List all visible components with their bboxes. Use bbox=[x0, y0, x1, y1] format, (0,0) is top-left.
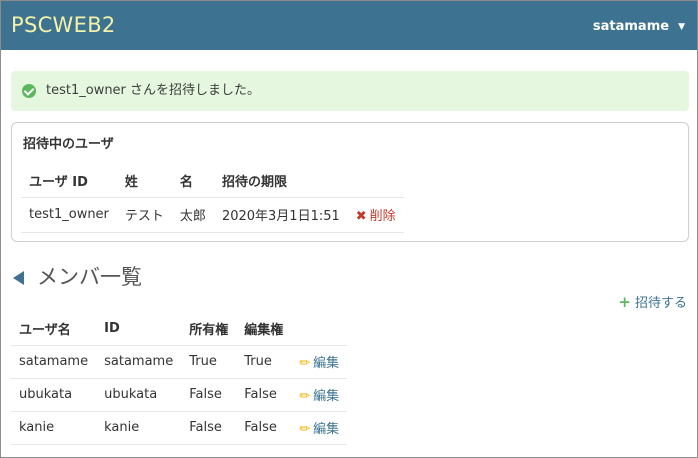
edit-label: 編集 bbox=[313, 356, 340, 371]
column-header-action bbox=[348, 164, 404, 197]
edit-member-link[interactable]: ✏ 編集 bbox=[299, 356, 339, 371]
plus-icon: + bbox=[618, 293, 631, 311]
invitations-title: 招待中のユーザ bbox=[23, 137, 114, 152]
cell-username: ubukata bbox=[11, 377, 97, 411]
members-title: メンバ一覧 bbox=[37, 265, 142, 289]
pencil-icon: ✏ bbox=[299, 422, 311, 437]
table-row: satamame satamame True True ✏ 編集 bbox=[11, 344, 348, 378]
table-header-row: ユーザ ID 姓 名 招待の期限 bbox=[21, 164, 404, 197]
pencil-icon: ✏ bbox=[299, 356, 311, 371]
chevron-down-icon: ▼ bbox=[678, 22, 685, 32]
column-header-action bbox=[291, 312, 347, 345]
table-row: ubukata ubukata False False ✏ 編集 bbox=[11, 377, 348, 411]
cell-username: kanie bbox=[11, 410, 97, 445]
cell-editor: False bbox=[236, 410, 292, 445]
column-header-expires: 招待の期限 bbox=[221, 174, 287, 190]
column-header-user-id: ユーザ ID bbox=[29, 174, 88, 190]
members-table: ユーザ名 ID 所有権 編集権 satamame satamame True T… bbox=[11, 312, 348, 445]
success-alert: test1_owner さんを招待しました。 bbox=[11, 71, 689, 111]
cell-action: ✏ 編集 bbox=[291, 377, 348, 411]
cell-expires: 2020年3月1日1:51 bbox=[213, 196, 348, 233]
cell-editor: False bbox=[236, 377, 292, 411]
cell-id: kanie bbox=[96, 410, 182, 445]
cell-action: ✏ 編集 bbox=[291, 410, 348, 445]
check-circle-icon bbox=[22, 84, 36, 98]
brand-logo[interactable]: PSCWEB2 bbox=[11, 12, 116, 38]
edit-member-link[interactable]: ✏ 編集 bbox=[299, 422, 339, 437]
edit-label: 編集 bbox=[313, 389, 340, 404]
table-row: test1_owner テスト 太郎 2020年3月1日1:51 ✖ 削除 bbox=[21, 196, 404, 233]
delete-invitation-link[interactable]: ✖ 削除 bbox=[356, 209, 396, 224]
table-row: kanie kanie False False ✏ 編集 bbox=[11, 410, 348, 445]
invite-label: 招待する bbox=[634, 296, 687, 311]
edit-label: 編集 bbox=[313, 422, 340, 437]
column-header-last-name: 姓 bbox=[124, 174, 138, 190]
cell-owner: False bbox=[181, 410, 237, 445]
cell-id: ubukata bbox=[96, 377, 182, 411]
column-header-editor: 編集権 bbox=[244, 322, 284, 338]
cell-id: satamame bbox=[96, 344, 182, 378]
cell-owner: True bbox=[181, 344, 237, 378]
invite-member-link[interactable]: + 招待する bbox=[618, 294, 687, 312]
column-header-id: ID bbox=[104, 320, 120, 336]
cell-user-id: test1_owner bbox=[21, 196, 117, 233]
cell-first-name: 太郎 bbox=[171, 196, 214, 233]
column-header-owner: 所有権 bbox=[189, 322, 229, 338]
cell-editor: True bbox=[236, 344, 292, 378]
cell-username: satamame bbox=[11, 344, 97, 378]
delete-label: 削除 bbox=[369, 209, 396, 224]
cell-owner: False bbox=[181, 377, 237, 411]
navbar: PSCWEB2 satamame ▼ bbox=[1, 1, 697, 50]
table-header-row: ユーザ名 ID 所有権 編集権 bbox=[11, 312, 347, 345]
delete-icon: ✖ bbox=[355, 209, 367, 224]
edit-member-link[interactable]: ✏ 編集 bbox=[299, 389, 339, 404]
cell-action: ✖ 削除 bbox=[347, 196, 404, 233]
back-arrow-icon[interactable] bbox=[13, 271, 24, 285]
username-label: satamame bbox=[592, 19, 670, 34]
column-header-username: ユーザ名 bbox=[19, 322, 71, 338]
alert-message: test1_owner さんを招待しました。 bbox=[46, 83, 261, 98]
app-window: PSCWEB2 satamame ▼ test1_owner さんを招待しました。… bbox=[0, 0, 698, 458]
cell-action: ✏ 編集 bbox=[291, 344, 348, 378]
pencil-icon: ✏ bbox=[299, 389, 311, 404]
cell-last-name: テスト bbox=[116, 196, 172, 233]
invitations-table: ユーザ ID 姓 名 招待の期限 test1_owner テスト 太郎 2020… bbox=[21, 164, 404, 233]
user-menu[interactable]: satamame ▼ bbox=[593, 19, 685, 35]
column-header-first-name: 名 bbox=[179, 174, 193, 190]
